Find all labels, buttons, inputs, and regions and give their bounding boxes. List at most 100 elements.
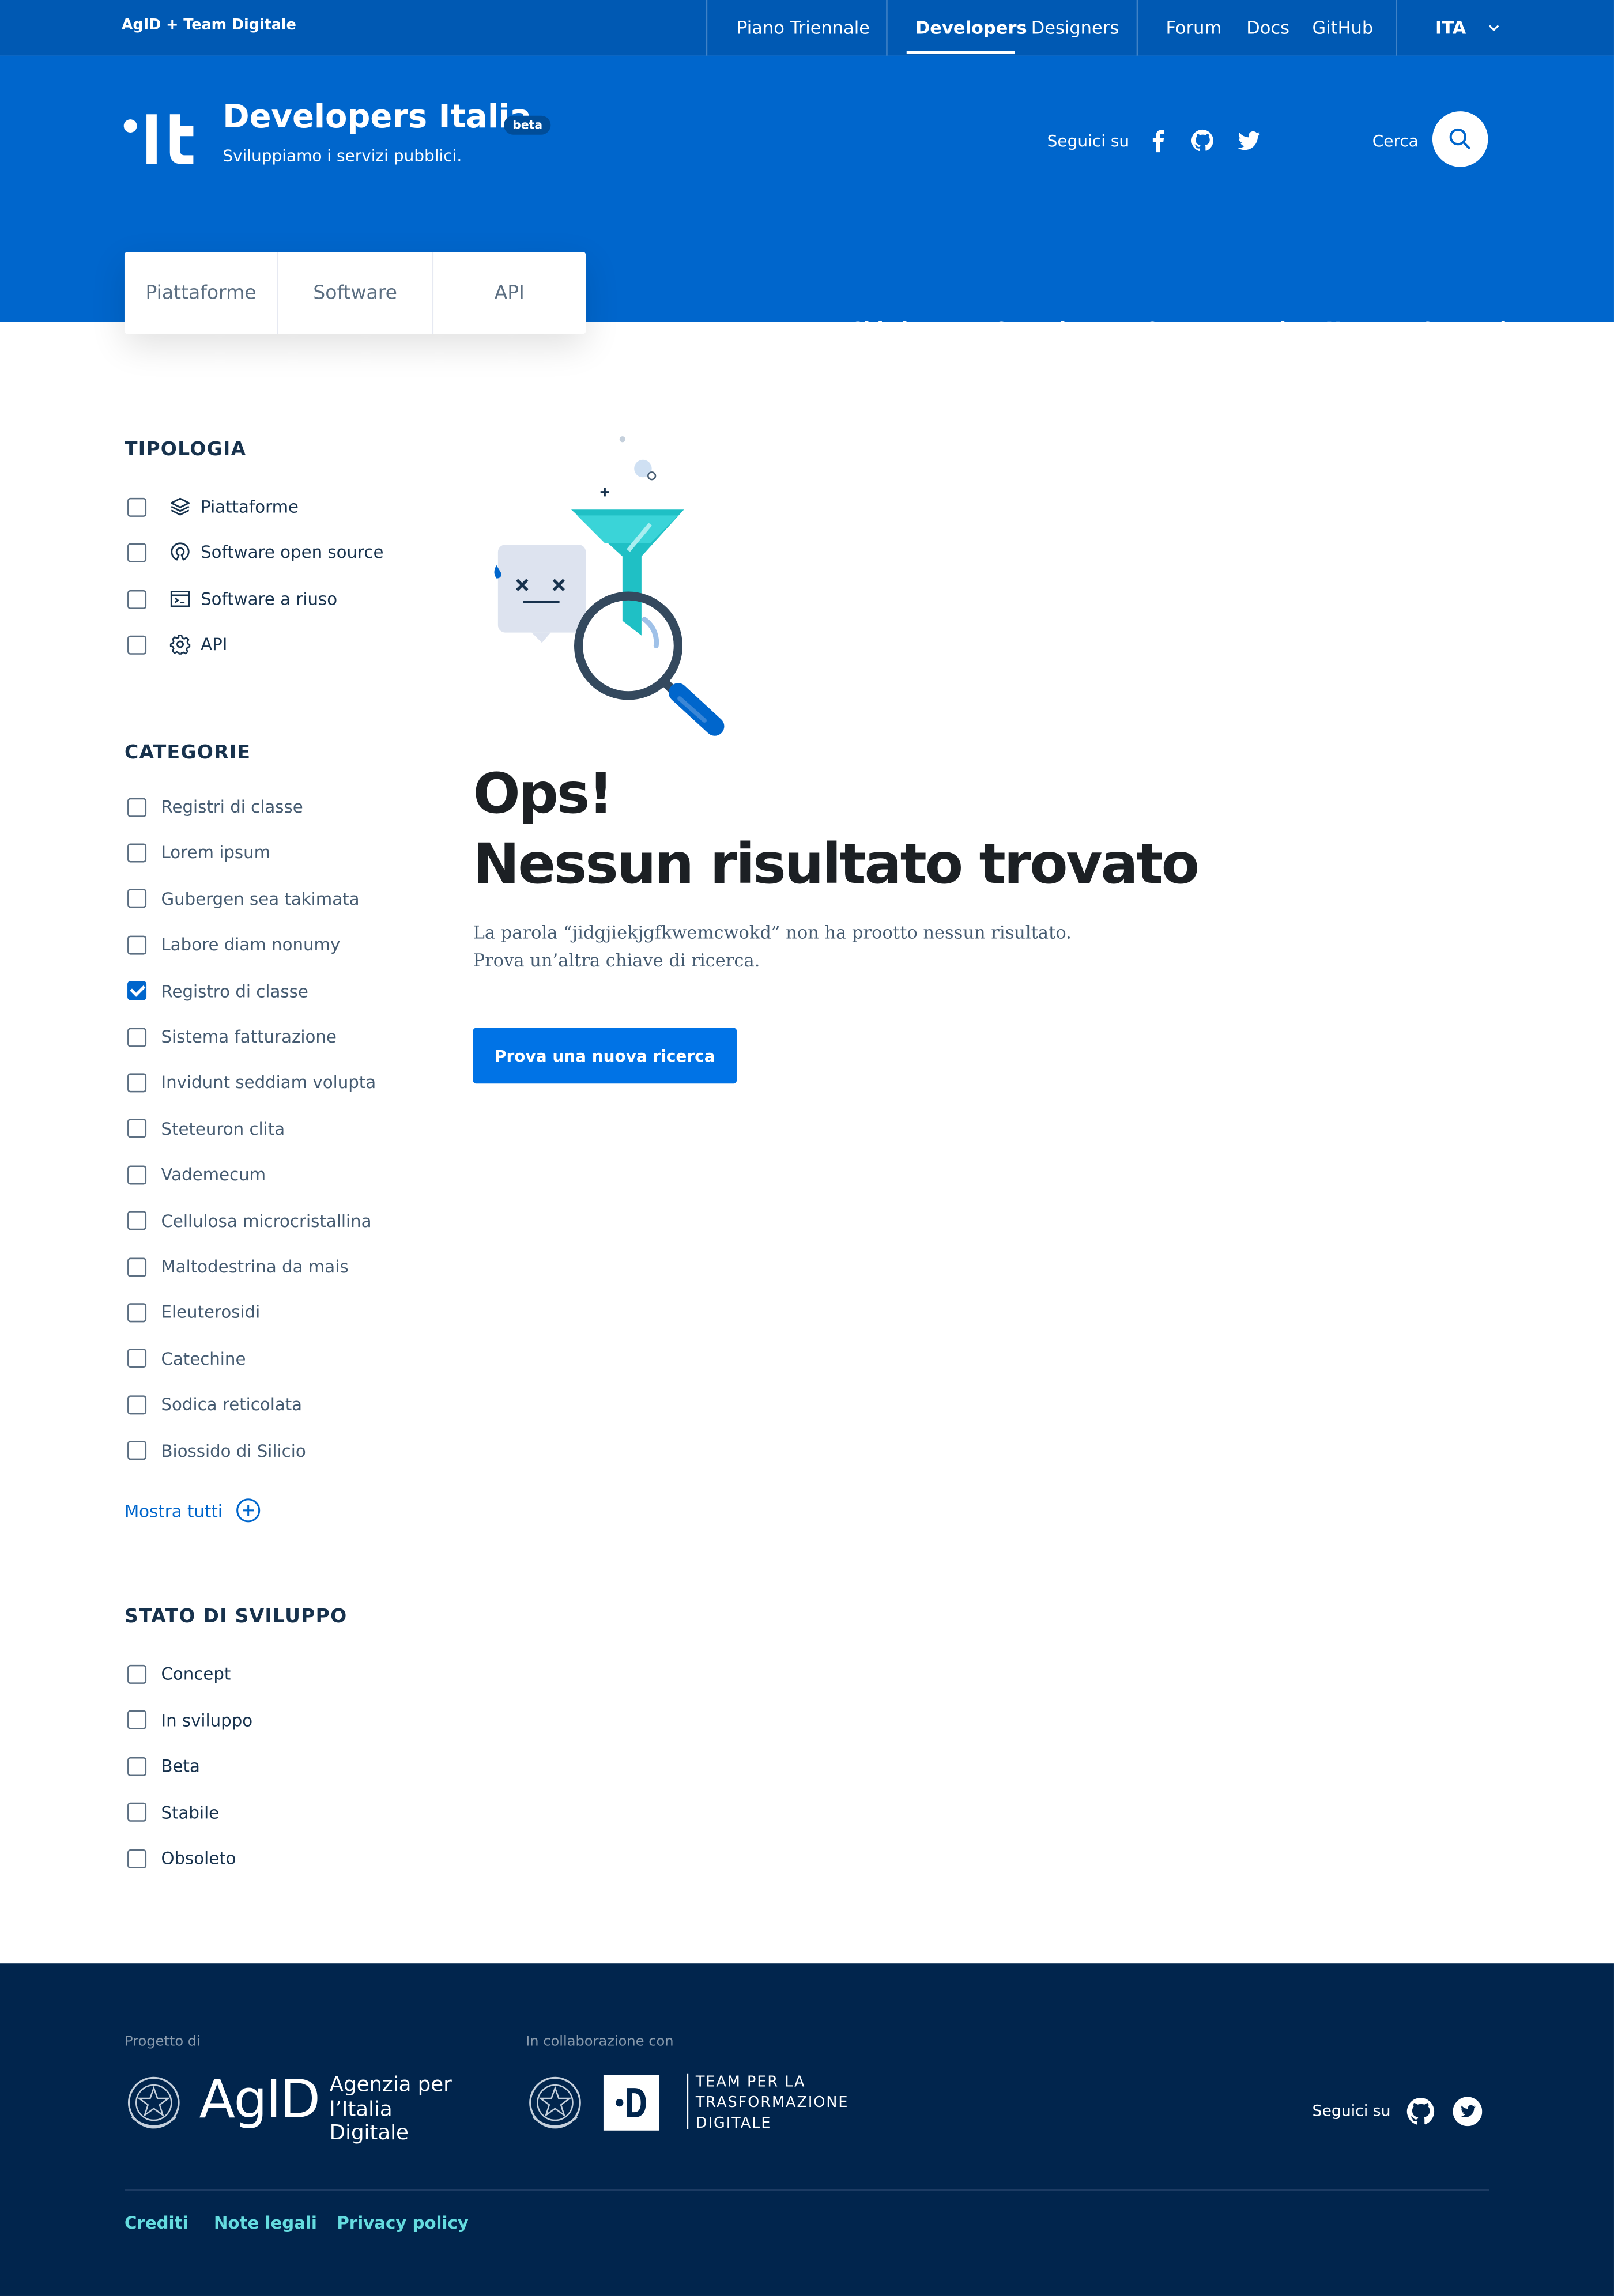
slim-brand[interactable]: AgID + Team Digitale <box>122 17 296 33</box>
github-icon[interactable] <box>1406 2097 1435 2126</box>
collaboration-label: In collaborazione con <box>526 2034 674 2050</box>
team-digitale-logo[interactable]: TEAM PER LA TRASFORMAZIONE DIGITALE <box>526 2071 862 2135</box>
category-item[interactable]: Catechine <box>127 1347 246 1370</box>
nav-come-partecipo[interactable]: Come partecipo <box>1144 319 1313 341</box>
language-label[interactable]: ITA <box>1435 17 1466 38</box>
github-icon[interactable] <box>1191 129 1215 153</box>
docs-link[interactable]: Docs <box>1246 17 1289 38</box>
filter-item[interactable]: API <box>127 633 227 656</box>
category-item[interactable]: Cellulosa microcristallina <box>127 1209 371 1233</box>
checkbox[interactable] <box>127 1303 147 1323</box>
category-item[interactable]: Eleuterosidi <box>127 1301 260 1324</box>
piano-triennale-link[interactable]: Piano Triennale <box>737 17 870 38</box>
twitter-icon[interactable] <box>1237 129 1261 153</box>
checkbox[interactable] <box>127 1027 147 1047</box>
footer-link-privacy[interactable]: Privacy policy <box>337 2212 469 2233</box>
category-label: Invidunt seddiam volupta <box>161 1072 376 1093</box>
checkbox[interactable] <box>127 843 147 863</box>
status-item[interactable]: In sviluppo <box>127 1708 252 1732</box>
site-tagline: Sviluppiamo i servizi pubblici. <box>223 146 462 166</box>
new-search-button[interactable]: Prova una nuova ricerca <box>473 1028 737 1084</box>
checkbox[interactable] <box>127 935 147 954</box>
status-label: In sviluppo <box>161 1709 253 1730</box>
filter-label: Software open source <box>201 542 384 562</box>
forum-link[interactable]: Forum <box>1166 17 1221 38</box>
search-button[interactable] <box>1432 111 1488 167</box>
tab-piattaforme[interactable]: Piattaforme <box>125 252 279 334</box>
category-label: Sistema fatturazione <box>161 1026 337 1047</box>
checkbox[interactable] <box>127 1211 147 1230</box>
status-item[interactable]: Stabile <box>127 1800 219 1824</box>
checkbox-checked[interactable] <box>127 981 147 1000</box>
site-title[interactable]: Developers Italia <box>223 100 531 137</box>
checkbox[interactable] <box>127 1349 147 1368</box>
status-item[interactable]: Concept <box>127 1662 231 1686</box>
checkbox[interactable] <box>127 1710 147 1729</box>
checkbox[interactable] <box>127 1165 147 1184</box>
show-all-label[interactable]: Mostra tutti <box>125 1500 223 1521</box>
status-item[interactable]: Obsoleto <box>127 1846 236 1870</box>
category-item[interactable]: Maltodestrina da mais <box>127 1255 349 1278</box>
slim-link-forum[interactable]: Forum <box>1166 0 1221 56</box>
slim-link-developers[interactable]: Developers <box>915 0 1027 56</box>
category-item[interactable]: Gubergen sea takimata <box>127 887 360 911</box>
checkbox[interactable] <box>127 1257 147 1277</box>
team-name: TEAM PER LA TRASFORMAZIONE DIGITALE <box>696 2074 849 2135</box>
twitter-icon[interactable] <box>1453 2097 1483 2127</box>
nav-news[interactable]: News <box>1325 319 1383 341</box>
nav-contatti[interactable]: Contatti <box>1419 319 1506 341</box>
checkbox[interactable] <box>127 542 147 562</box>
status-item[interactable]: Beta <box>127 1754 200 1778</box>
agid-logo[interactable]: AgID Agenzia per l’Italia Digitale <box>125 2071 476 2145</box>
checkbox[interactable] <box>127 1664 147 1683</box>
checkbox[interactable] <box>127 497 147 516</box>
category-item[interactable]: Invidunt seddiam volupta <box>127 1071 376 1094</box>
facebook-icon[interactable] <box>1147 129 1170 153</box>
checkbox[interactable] <box>127 1441 147 1460</box>
search-label: Cerca <box>1372 131 1419 151</box>
footer-link-crediti[interactable]: Crediti <box>125 2212 188 2233</box>
language-selector[interactable]: ITA <box>1435 0 1501 56</box>
category-item[interactable]: Steteuron clita <box>127 1117 285 1141</box>
checkbox[interactable] <box>127 1802 147 1822</box>
category-item[interactable]: Sodica reticolata <box>127 1393 302 1417</box>
github-link[interactable]: GitHub <box>1313 17 1374 38</box>
team-name-line-2: TRASFORMAZIONE <box>695 2095 849 2112</box>
category-item[interactable]: Sistema fatturazione <box>127 1025 337 1049</box>
checkbox[interactable] <box>127 1756 147 1776</box>
slim-link-designers[interactable]: Designers <box>1031 0 1119 56</box>
filter-item[interactable]: Software open source <box>127 541 383 564</box>
checkbox[interactable] <box>127 1848 147 1868</box>
slim-link-piano[interactable]: Piano Triennale <box>737 0 870 56</box>
nav-chi-siamo[interactable]: Chi siamo <box>850 319 954 341</box>
it-logo-icon[interactable] <box>123 114 196 167</box>
tab-api[interactable]: API <box>433 252 586 334</box>
category-item[interactable]: Labore diam nonumy <box>127 933 340 957</box>
filter-item[interactable]: Piattaforme <box>127 495 299 519</box>
slim-link-github[interactable]: GitHub <box>1313 0 1374 56</box>
checkbox[interactable] <box>127 1119 147 1138</box>
category-item[interactable]: Biossido di Silicio <box>127 1439 306 1463</box>
show-all-link[interactable]: Mostra tutti <box>125 1498 261 1523</box>
agid-full-line-2: l’Italia Digitale <box>329 2098 409 2146</box>
chevron-down-icon <box>1488 25 1499 32</box>
slim-link-docs[interactable]: Docs <box>1246 0 1289 56</box>
category-item[interactable]: Registro di classe <box>127 979 308 1003</box>
category-item[interactable]: Lorem ipsum <box>127 841 270 864</box>
category-item[interactable]: Registri di classe <box>127 795 303 819</box>
nav-come-lo-uso[interactable]: Come lo uso <box>993 319 1124 341</box>
filter-item[interactable]: Software a riuso <box>127 587 337 611</box>
footer-link-note-legali[interactable]: Note legali <box>214 2212 317 2233</box>
designers-link[interactable]: Designers <box>1031 17 1119 38</box>
plus-circle-icon[interactable] <box>236 1498 261 1523</box>
checkbox[interactable] <box>127 1395 147 1414</box>
checkbox[interactable] <box>127 589 147 609</box>
tab-software[interactable]: Software <box>279 252 433 334</box>
checkbox[interactable] <box>127 635 147 654</box>
developers-link[interactable]: Developers <box>915 17 1027 38</box>
checkbox[interactable] <box>127 1073 147 1093</box>
category-item[interactable]: Vademecum <box>127 1163 266 1187</box>
category-label: Registri di classe <box>161 796 303 817</box>
checkbox[interactable] <box>127 797 147 817</box>
checkbox[interactable] <box>127 889 147 909</box>
